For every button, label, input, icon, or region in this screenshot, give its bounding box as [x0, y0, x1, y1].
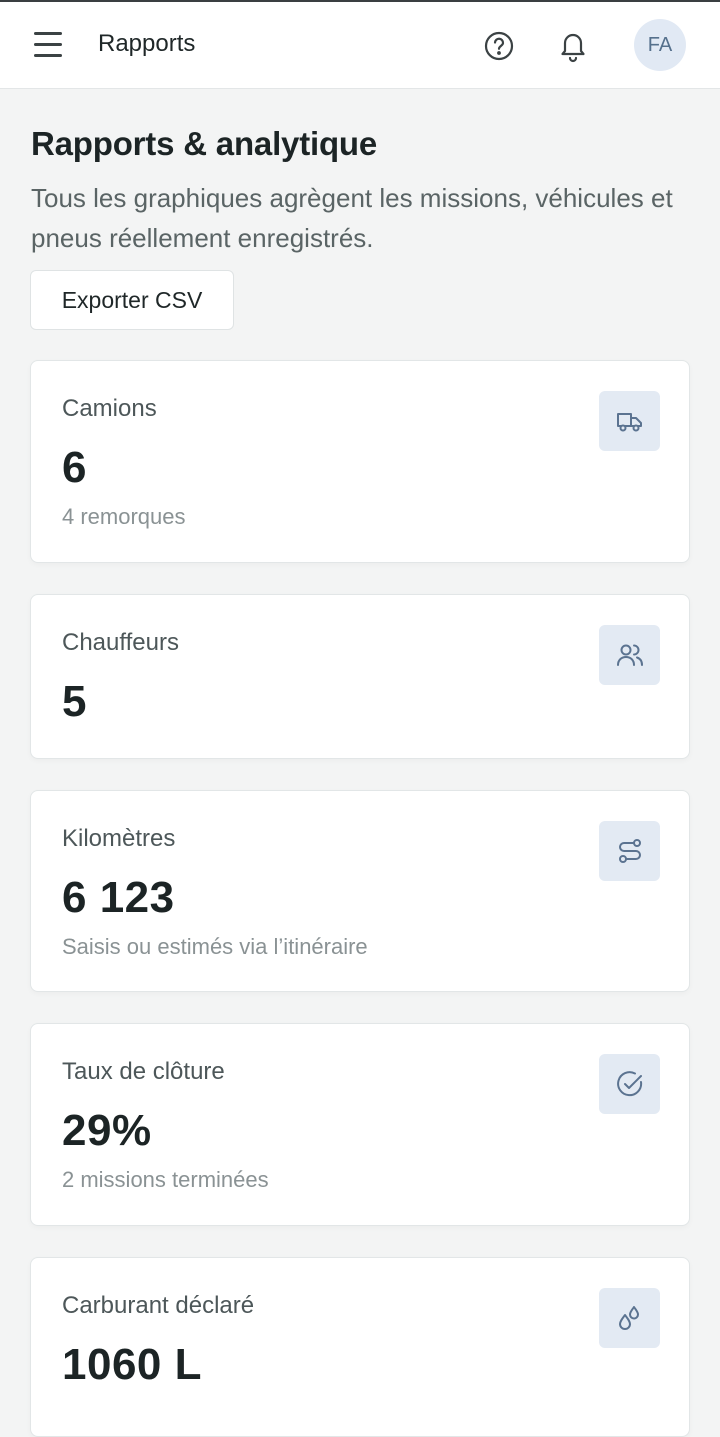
stat-subtext: Saisis ou estimés via l’itinéraire [62, 934, 368, 959]
stat-card-fuel: Carburant déclaré 1060 L [30, 1257, 690, 1437]
stat-label: Carburant déclaré [62, 1292, 255, 1319]
stat-value: 6 123 [62, 873, 175, 922]
stat-label: Taux de clôture [62, 1058, 225, 1085]
stat-subtext: 2 missions terminées [62, 1167, 269, 1192]
stat-label: Camions [62, 395, 157, 422]
stat-card-closure-rate: Taux de clôture 29% 2 missions terminées [30, 1023, 690, 1226]
truck-icon [599, 391, 660, 451]
hamburger-menu-icon[interactable] [32, 30, 66, 60]
avatar[interactable]: FA [634, 19, 686, 71]
check-circle-icon [599, 1054, 660, 1114]
stat-card-kilometers: Kilomètres 6 123 Saisis ou estimés via l… [30, 790, 690, 992]
help-circle-icon[interactable] [483, 30, 515, 62]
stat-subtext: 4 remorques [62, 504, 186, 529]
stat-label: Chauffeurs [62, 629, 179, 656]
users-icon [599, 625, 660, 685]
stat-value: 5 [62, 677, 87, 726]
stat-value: 1060 L [62, 1340, 202, 1389]
stat-value: 6 [62, 443, 87, 492]
stat-card-trucks: Camions 6 4 remorques [30, 360, 690, 563]
app-bar: Rapports FA [0, 2, 720, 89]
fuel-drops-icon [599, 1288, 660, 1348]
page-subtitle: Tous les graphiques agrègent les mission… [31, 183, 673, 253]
bell-icon[interactable] [557, 29, 589, 63]
stat-label: Kilomètres [62, 825, 176, 852]
stat-value: 29% [62, 1106, 152, 1155]
export-csv-button[interactable]: Exporter CSV [30, 270, 234, 330]
stat-card-drivers: Chauffeurs 5 [30, 594, 690, 759]
page-title: Rapports & analytique [31, 125, 378, 162]
app-title: Rapports [98, 30, 196, 57]
route-icon [599, 821, 660, 881]
